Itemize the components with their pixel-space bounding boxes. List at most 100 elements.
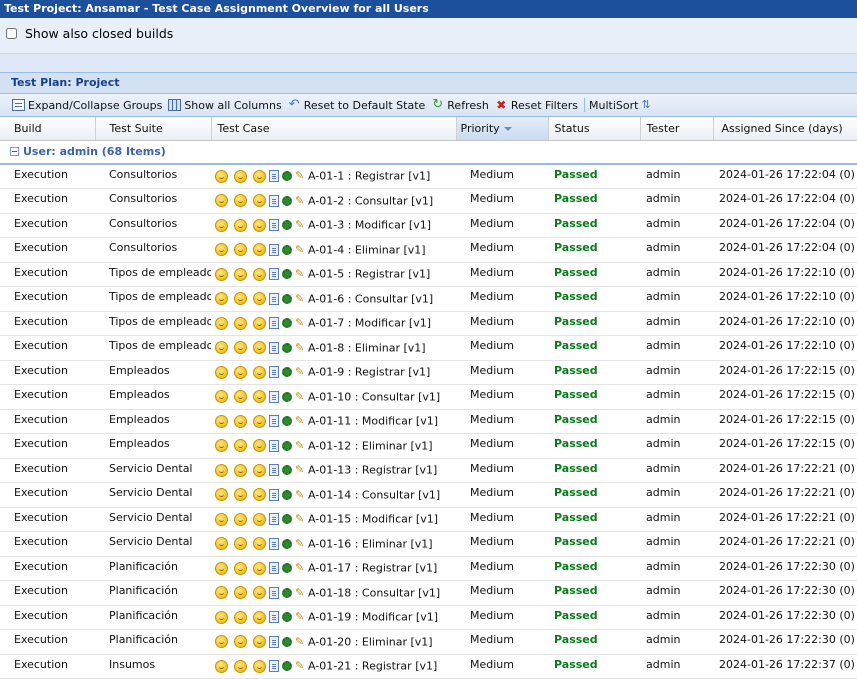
test-case-link[interactable]: A-01-8 : Eliminar [v1] <box>308 341 426 354</box>
execute-gear-icon[interactable] <box>282 220 292 230</box>
test-case-spec-icon[interactable] <box>269 537 279 550</box>
edit-pencil-icon[interactable]: ✎ <box>295 219 305 230</box>
edit-pencil-icon[interactable]: ✎ <box>295 660 305 671</box>
execute-gear-icon[interactable] <box>282 293 292 304</box>
table-row[interactable]: Execution Servicio Dental ✎ A-01-14 : Con… <box>0 482 857 508</box>
execute-gear-icon[interactable] <box>282 416 292 426</box>
execution-smiley-icon[interactable] <box>234 292 247 305</box>
test-case-spec-icon[interactable] <box>269 415 279 427</box>
execution-smiley-icon[interactable] <box>234 390 247 403</box>
group-header-row[interactable]: User: admin (68 Items) <box>0 140 857 165</box>
execution-smiley-icon[interactable] <box>234 316 247 330</box>
edit-pencil-icon[interactable]: ✎ <box>295 415 305 426</box>
test-case-link[interactable]: A-01-18 : Consultar [v1] <box>308 586 440 599</box>
execution-smiley-icon[interactable] <box>253 267 266 281</box>
execution-smiley-icon[interactable] <box>215 243 228 256</box>
test-case-spec-icon[interactable] <box>269 488 279 501</box>
test-case-spec-icon[interactable] <box>269 390 279 403</box>
execution-smiley-icon[interactable] <box>234 194 247 207</box>
execute-gear-icon[interactable] <box>282 465 292 475</box>
test-case-spec-icon[interactable] <box>269 586 279 599</box>
execution-smiley-icon[interactable] <box>253 561 266 575</box>
execution-smiley-icon[interactable] <box>234 439 247 452</box>
execute-gear-icon[interactable] <box>282 514 292 524</box>
execute-gear-icon[interactable] <box>282 342 292 353</box>
execute-gear-icon[interactable] <box>282 538 292 549</box>
execution-smiley-icon[interactable] <box>253 194 266 207</box>
test-case-link[interactable]: A-01-19 : Modificar [v1] <box>308 611 438 624</box>
edit-pencil-icon[interactable]: ✎ <box>295 317 305 328</box>
table-row[interactable]: Execution Consultorios ✎ A-01-4 : Elimina… <box>0 237 857 263</box>
column-header-test-suite[interactable]: Test Suite <box>95 117 212 141</box>
expand-collapse-button[interactable]: Expand/Collapse Groups <box>12 99 162 112</box>
execution-smiley-icon[interactable] <box>215 635 228 648</box>
execution-smiley-icon[interactable] <box>215 463 228 477</box>
execution-smiley-icon[interactable] <box>253 341 266 354</box>
execute-gear-icon[interactable] <box>282 661 292 671</box>
execution-smiley-icon[interactable] <box>234 610 247 624</box>
execution-smiley-icon[interactable] <box>234 635 247 648</box>
test-case-spec-icon[interactable] <box>269 341 279 354</box>
table-row[interactable]: Execution Tipos de empleados ✎ A-01-7 : M… <box>0 311 857 336</box>
edit-pencil-icon[interactable]: ✎ <box>295 293 305 304</box>
test-case-link[interactable]: A-01-5 : Registrar [v1] <box>308 268 430 281</box>
table-row[interactable]: Execution Servicio Dental ✎ A-01-16 : Eli… <box>0 531 857 557</box>
execution-smiley-icon[interactable] <box>215 659 228 673</box>
test-case-link[interactable]: A-01-9 : Registrar [v1] <box>308 366 430 379</box>
execution-smiley-icon[interactable] <box>253 390 266 403</box>
test-case-link[interactable]: A-01-17 : Registrar [v1] <box>308 562 437 575</box>
table-row[interactable]: Execution Tipos de empleados ✎ A-01-5 : R… <box>0 262 857 287</box>
edit-pencil-icon[interactable]: ✎ <box>295 440 305 451</box>
table-row[interactable]: Execution Tipos de empleados ✎ A-01-6 : C… <box>0 286 857 312</box>
collapse-group-icon[interactable] <box>10 147 19 157</box>
execution-smiley-icon[interactable] <box>215 341 228 354</box>
show-all-columns-button[interactable]: Show all Columns <box>168 99 282 112</box>
test-case-link[interactable]: A-01-14 : Consultar [v1] <box>308 488 440 501</box>
edit-pencil-icon[interactable]: ✎ <box>295 562 305 573</box>
execute-gear-icon[interactable] <box>282 367 292 377</box>
column-header-status[interactable]: Status <box>548 117 641 141</box>
execution-smiley-icon[interactable] <box>234 218 247 232</box>
edit-pencil-icon[interactable]: ✎ <box>295 489 305 500</box>
execution-smiley-icon[interactable] <box>234 267 247 281</box>
test-case-spec-icon[interactable] <box>269 292 279 305</box>
test-case-spec-icon[interactable] <box>269 219 279 231</box>
test-case-link[interactable]: A-01-21 : Registrar [v1] <box>308 660 437 673</box>
execution-smiley-icon[interactable] <box>253 659 266 673</box>
test-case-link[interactable]: A-01-7 : Modificar [v1] <box>308 317 431 330</box>
table-row[interactable]: Execution Planificación ✎ A-01-18 : Consu… <box>0 580 857 606</box>
reset-filters-button[interactable]: ✖ Reset Filters <box>495 99 578 112</box>
column-header-build[interactable]: Build <box>0 117 96 141</box>
test-case-link[interactable]: A-01-16 : Eliminar [v1] <box>308 537 433 550</box>
table-row[interactable]: Execution Tipos de empleados ✎ A-01-8 : E… <box>0 335 857 361</box>
test-case-spec-icon[interactable] <box>269 317 279 329</box>
execution-smiley-icon[interactable] <box>253 243 266 256</box>
table-row[interactable]: Execution Empleados ✎ A-01-11 : Modificar… <box>0 409 857 434</box>
execute-gear-icon[interactable] <box>282 612 292 622</box>
table-row[interactable]: Execution Empleados ✎ A-01-9 : Registrar … <box>0 360 857 385</box>
test-case-spec-icon[interactable] <box>269 268 279 280</box>
execution-smiley-icon[interactable] <box>215 365 228 379</box>
test-case-spec-icon[interactable] <box>269 366 279 378</box>
test-case-link[interactable]: A-01-3 : Modificar [v1] <box>308 219 431 232</box>
table-row[interactable]: Execution Servicio Dental ✎ A-01-15 : Mod… <box>0 507 857 532</box>
execution-smiley-icon[interactable] <box>253 218 266 232</box>
test-case-spec-icon[interactable] <box>269 464 279 476</box>
edit-pencil-icon[interactable]: ✎ <box>295 538 305 549</box>
multisort-button[interactable]: MultiSort ⇅ <box>589 99 651 112</box>
test-case-link[interactable]: A-01-11 : Modificar [v1] <box>308 415 438 428</box>
test-case-link[interactable]: A-01-12 : Eliminar [v1] <box>308 439 433 452</box>
execution-smiley-icon[interactable] <box>234 512 247 526</box>
edit-pencil-icon[interactable]: ✎ <box>295 611 305 622</box>
execution-smiley-icon[interactable] <box>234 414 247 428</box>
execution-smiley-icon[interactable] <box>234 169 247 183</box>
execution-smiley-icon[interactable] <box>215 488 228 501</box>
execution-smiley-icon[interactable] <box>253 635 266 648</box>
execution-smiley-icon[interactable] <box>253 488 266 501</box>
column-header-priority[interactable]: Priority <box>456 117 549 141</box>
test-case-spec-icon[interactable] <box>269 194 279 207</box>
execution-smiley-icon[interactable] <box>215 194 228 207</box>
column-header-assigned-since[interactable]: Assigned Since (days) <box>713 117 857 141</box>
edit-pencil-icon[interactable]: ✎ <box>295 513 305 524</box>
execution-smiley-icon[interactable] <box>215 292 228 305</box>
